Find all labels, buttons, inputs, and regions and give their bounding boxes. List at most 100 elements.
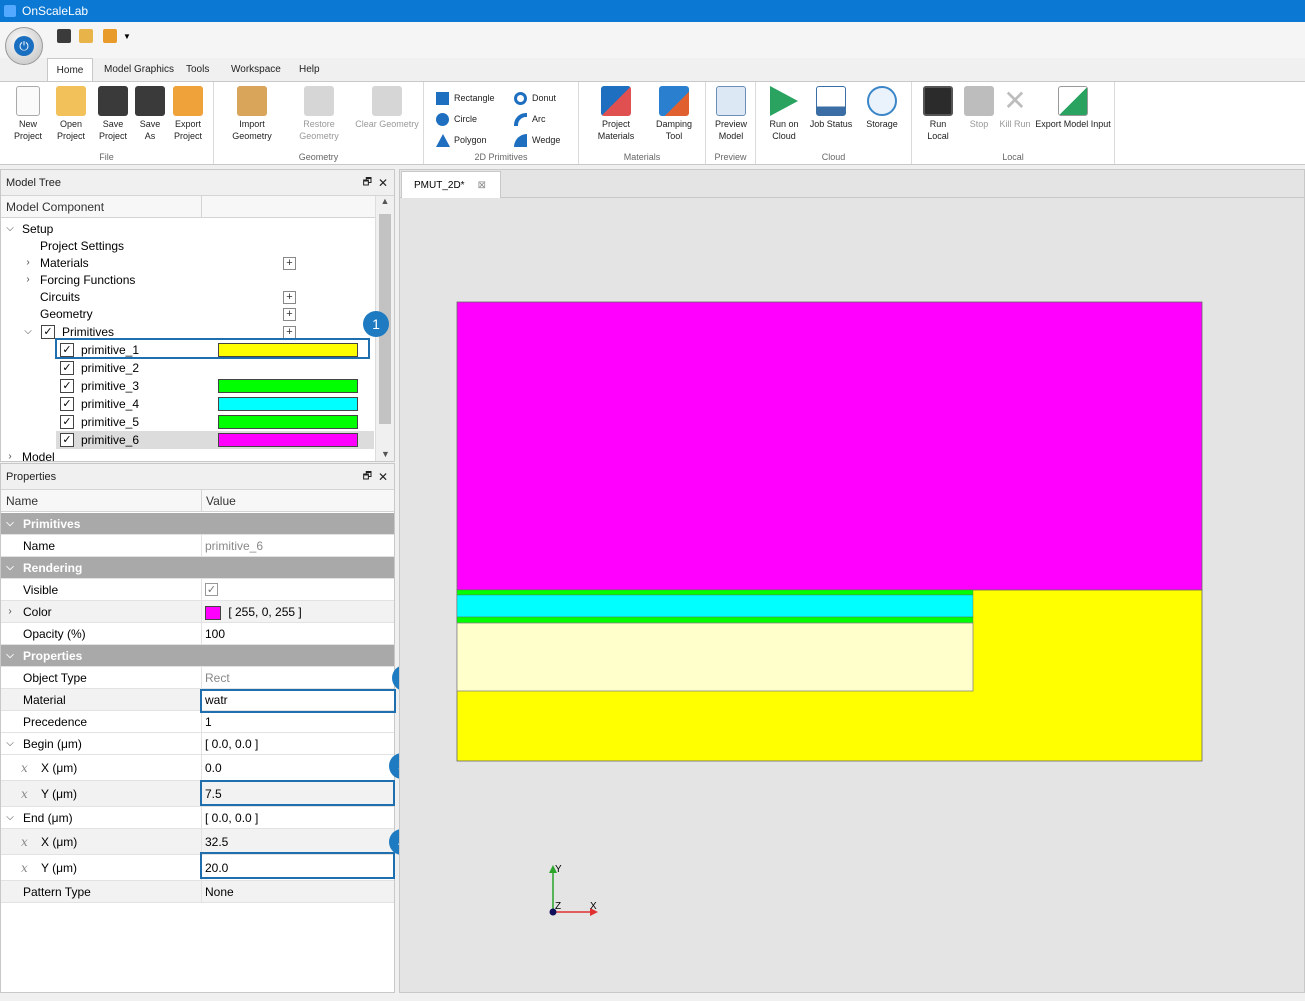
properties-panel: Properties 🗗 ✕ Name Value ⌵ Primitives N… bbox=[0, 463, 395, 993]
prop-pattern-type-value[interactable]: None bbox=[201, 881, 394, 902]
power-icon: ⏻ bbox=[14, 36, 34, 56]
float-icon[interactable]: 🗗 bbox=[363, 170, 372, 196]
add-geometry-button[interactable]: + bbox=[283, 308, 296, 321]
storage-button[interactable]: Storage bbox=[862, 86, 902, 130]
tab-tools[interactable]: Tools bbox=[180, 58, 215, 81]
run-local-button[interactable]: Run Local bbox=[918, 86, 958, 142]
restore-geometry-button[interactable]: Restore Geometry bbox=[294, 86, 344, 142]
chevron-down-icon[interactable]: ⌵ bbox=[5, 645, 15, 667]
tree-item-model[interactable]: › Model bbox=[1, 448, 375, 461]
kill-run-button[interactable]: ✕ Kill Run bbox=[998, 86, 1032, 130]
donut-button[interactable]: Donut bbox=[514, 90, 556, 106]
save-project-button[interactable]: Save Project bbox=[94, 86, 132, 142]
chevron-down-icon[interactable]: ⌵ bbox=[5, 557, 15, 579]
prop-opacity-value[interactable]: 100 bbox=[201, 623, 394, 644]
damping-tool-button[interactable]: Damping Tool bbox=[651, 86, 697, 142]
geometry-group-label: Geometry bbox=[298, 152, 339, 162]
chevron-right-icon[interactable]: › bbox=[23, 271, 33, 289]
section-rendering[interactable]: ⌵ Rendering bbox=[1, 557, 394, 579]
tab-workspace[interactable]: Workspace bbox=[225, 58, 287, 81]
geometry-canvas[interactable]: Y Z X bbox=[399, 199, 1305, 993]
open-project-button[interactable]: Open Project bbox=[52, 86, 90, 142]
rectangle-button[interactable]: Rectangle bbox=[436, 90, 495, 106]
close-tab-icon[interactable]: ⊠ bbox=[478, 172, 486, 199]
arc-button[interactable]: Arc bbox=[514, 111, 546, 127]
visible-checkbox[interactable]: ✓ bbox=[205, 583, 218, 596]
chevron-down-icon[interactable]: ⌵ bbox=[5, 807, 15, 829]
chevron-down-icon[interactable]: ⌵ bbox=[5, 220, 15, 238]
tree-item-setup[interactable]: ⌵ Setup bbox=[1, 220, 375, 238]
close-icon[interactable]: ✕ bbox=[378, 170, 388, 196]
polygon-button[interactable]: Polygon bbox=[436, 132, 487, 148]
clear-geometry-button[interactable]: Clear Geometry bbox=[354, 86, 420, 130]
tree-item-primitive-2[interactable]: ✓ primitive_2 bbox=[1, 359, 375, 377]
project-materials-button[interactable]: Project Materials bbox=[593, 86, 639, 142]
tree-item-primitive-6[interactable]: ✓ primitive_6 bbox=[56, 431, 374, 449]
prop-name-value[interactable]: primitive_6 bbox=[201, 535, 394, 556]
prop-color-value[interactable]: [ 255, 0, 255 ] bbox=[201, 601, 394, 622]
tree-item-materials[interactable]: › Materials + bbox=[1, 254, 375, 272]
primitive-4-shape[interactable] bbox=[456, 594, 974, 618]
add-material-button[interactable]: + bbox=[283, 257, 296, 270]
chevron-right-icon[interactable]: › bbox=[23, 254, 33, 272]
tree-item-primitive-5[interactable]: ✓ primitive_5 bbox=[1, 413, 375, 431]
tree-item-project-settings[interactable]: Project Settings bbox=[1, 237, 375, 255]
primitives-checkbox[interactable]: ✓ bbox=[41, 325, 55, 339]
color-swatch[interactable] bbox=[205, 605, 221, 620]
tree-item-geometry[interactable]: Geometry + bbox=[1, 305, 375, 323]
chevron-down-icon[interactable]: ⌵ bbox=[5, 733, 15, 755]
import-geometry-button[interactable]: Import Geometry bbox=[228, 86, 276, 142]
prop-begin-x-value[interactable]: 0.0 bbox=[201, 755, 394, 780]
primitive-3-checkbox[interactable]: ✓ bbox=[60, 379, 74, 393]
preview-model-button[interactable]: Preview Model bbox=[710, 86, 752, 142]
qat-dropdown-icon[interactable]: ▼ bbox=[123, 32, 131, 41]
document-tab-pmut-2d[interactable]: PMUT_2D* ⊠ bbox=[401, 171, 501, 198]
save-icon[interactable] bbox=[57, 29, 71, 43]
chevron-down-icon[interactable]: ⌵ bbox=[23, 323, 33, 341]
primitive-4-checkbox[interactable]: ✓ bbox=[60, 397, 74, 411]
tab-model-graphics[interactable]: Model Graphics bbox=[98, 58, 180, 81]
run-on-cloud-icon bbox=[770, 86, 798, 116]
tree-item-primitive-4[interactable]: ✓ primitive_4 bbox=[1, 395, 375, 413]
tree-item-primitive-3[interactable]: ✓ primitive_3 bbox=[1, 377, 375, 395]
scroll-down-icon[interactable]: ▼ bbox=[376, 449, 395, 459]
prop-precedence-value[interactable]: 1 bbox=[201, 711, 394, 732]
scroll-up-icon[interactable]: ▲ bbox=[376, 196, 394, 206]
primitive-5-shape[interactable] bbox=[456, 589, 974, 596]
new-project-button[interactable]: New Project bbox=[9, 86, 47, 142]
primitive-6-checkbox[interactable]: ✓ bbox=[60, 433, 74, 447]
primitive-2-checkbox[interactable]: ✓ bbox=[60, 361, 74, 375]
export-project-button[interactable]: Export Project bbox=[168, 86, 208, 142]
primitive-5-checkbox[interactable]: ✓ bbox=[60, 415, 74, 429]
variable-x-icon: 𝑥 bbox=[21, 861, 28, 875]
circle-button[interactable]: Circle bbox=[436, 111, 477, 127]
export-icon[interactable] bbox=[103, 29, 117, 43]
float-icon[interactable]: 🗗 bbox=[363, 464, 372, 490]
primitive-6-shape[interactable] bbox=[456, 301, 1203, 591]
tree-item-forcing-functions[interactable]: › Forcing Functions bbox=[1, 271, 375, 289]
section-primitives[interactable]: ⌵ Primitives bbox=[1, 513, 394, 535]
close-icon[interactable]: ✕ bbox=[378, 464, 388, 490]
primitive-3-shape[interactable] bbox=[456, 616, 974, 624]
run-local-icon bbox=[923, 86, 953, 116]
stop-button[interactable]: Stop bbox=[962, 86, 996, 130]
tab-home[interactable]: Home bbox=[47, 58, 93, 82]
wedge-button[interactable]: Wedge bbox=[514, 132, 560, 148]
open-folder-icon[interactable] bbox=[79, 29, 93, 43]
chevron-right-icon[interactable]: › bbox=[5, 601, 15, 623]
tree-item-circuits[interactable]: Circuits + bbox=[1, 288, 375, 306]
export-model-input-button[interactable]: Export Model Input bbox=[1034, 86, 1112, 130]
job-status-button[interactable]: Job Status bbox=[808, 86, 854, 130]
ribbon-tabs: Home Model Graphics Tools Workspace Help bbox=[0, 58, 1305, 82]
chevron-down-icon[interactable]: ⌵ bbox=[5, 513, 15, 535]
save-as-button[interactable]: Save As bbox=[132, 86, 168, 142]
prop-end-x-value[interactable]: 32.5 bbox=[201, 829, 394, 854]
prop-end-value: [ 0.0, 0.0 ] bbox=[201, 807, 394, 828]
section-properties[interactable]: ⌵ Properties bbox=[1, 645, 394, 667]
run-on-cloud-button[interactable]: Run on Cloud bbox=[764, 86, 804, 142]
model-tree-column-header: Model Component bbox=[1, 196, 375, 218]
primitive-2-shape[interactable] bbox=[456, 622, 974, 692]
add-circuit-button[interactable]: + bbox=[283, 291, 296, 304]
tab-help[interactable]: Help bbox=[293, 58, 326, 81]
chevron-right-icon[interactable]: › bbox=[5, 448, 15, 461]
